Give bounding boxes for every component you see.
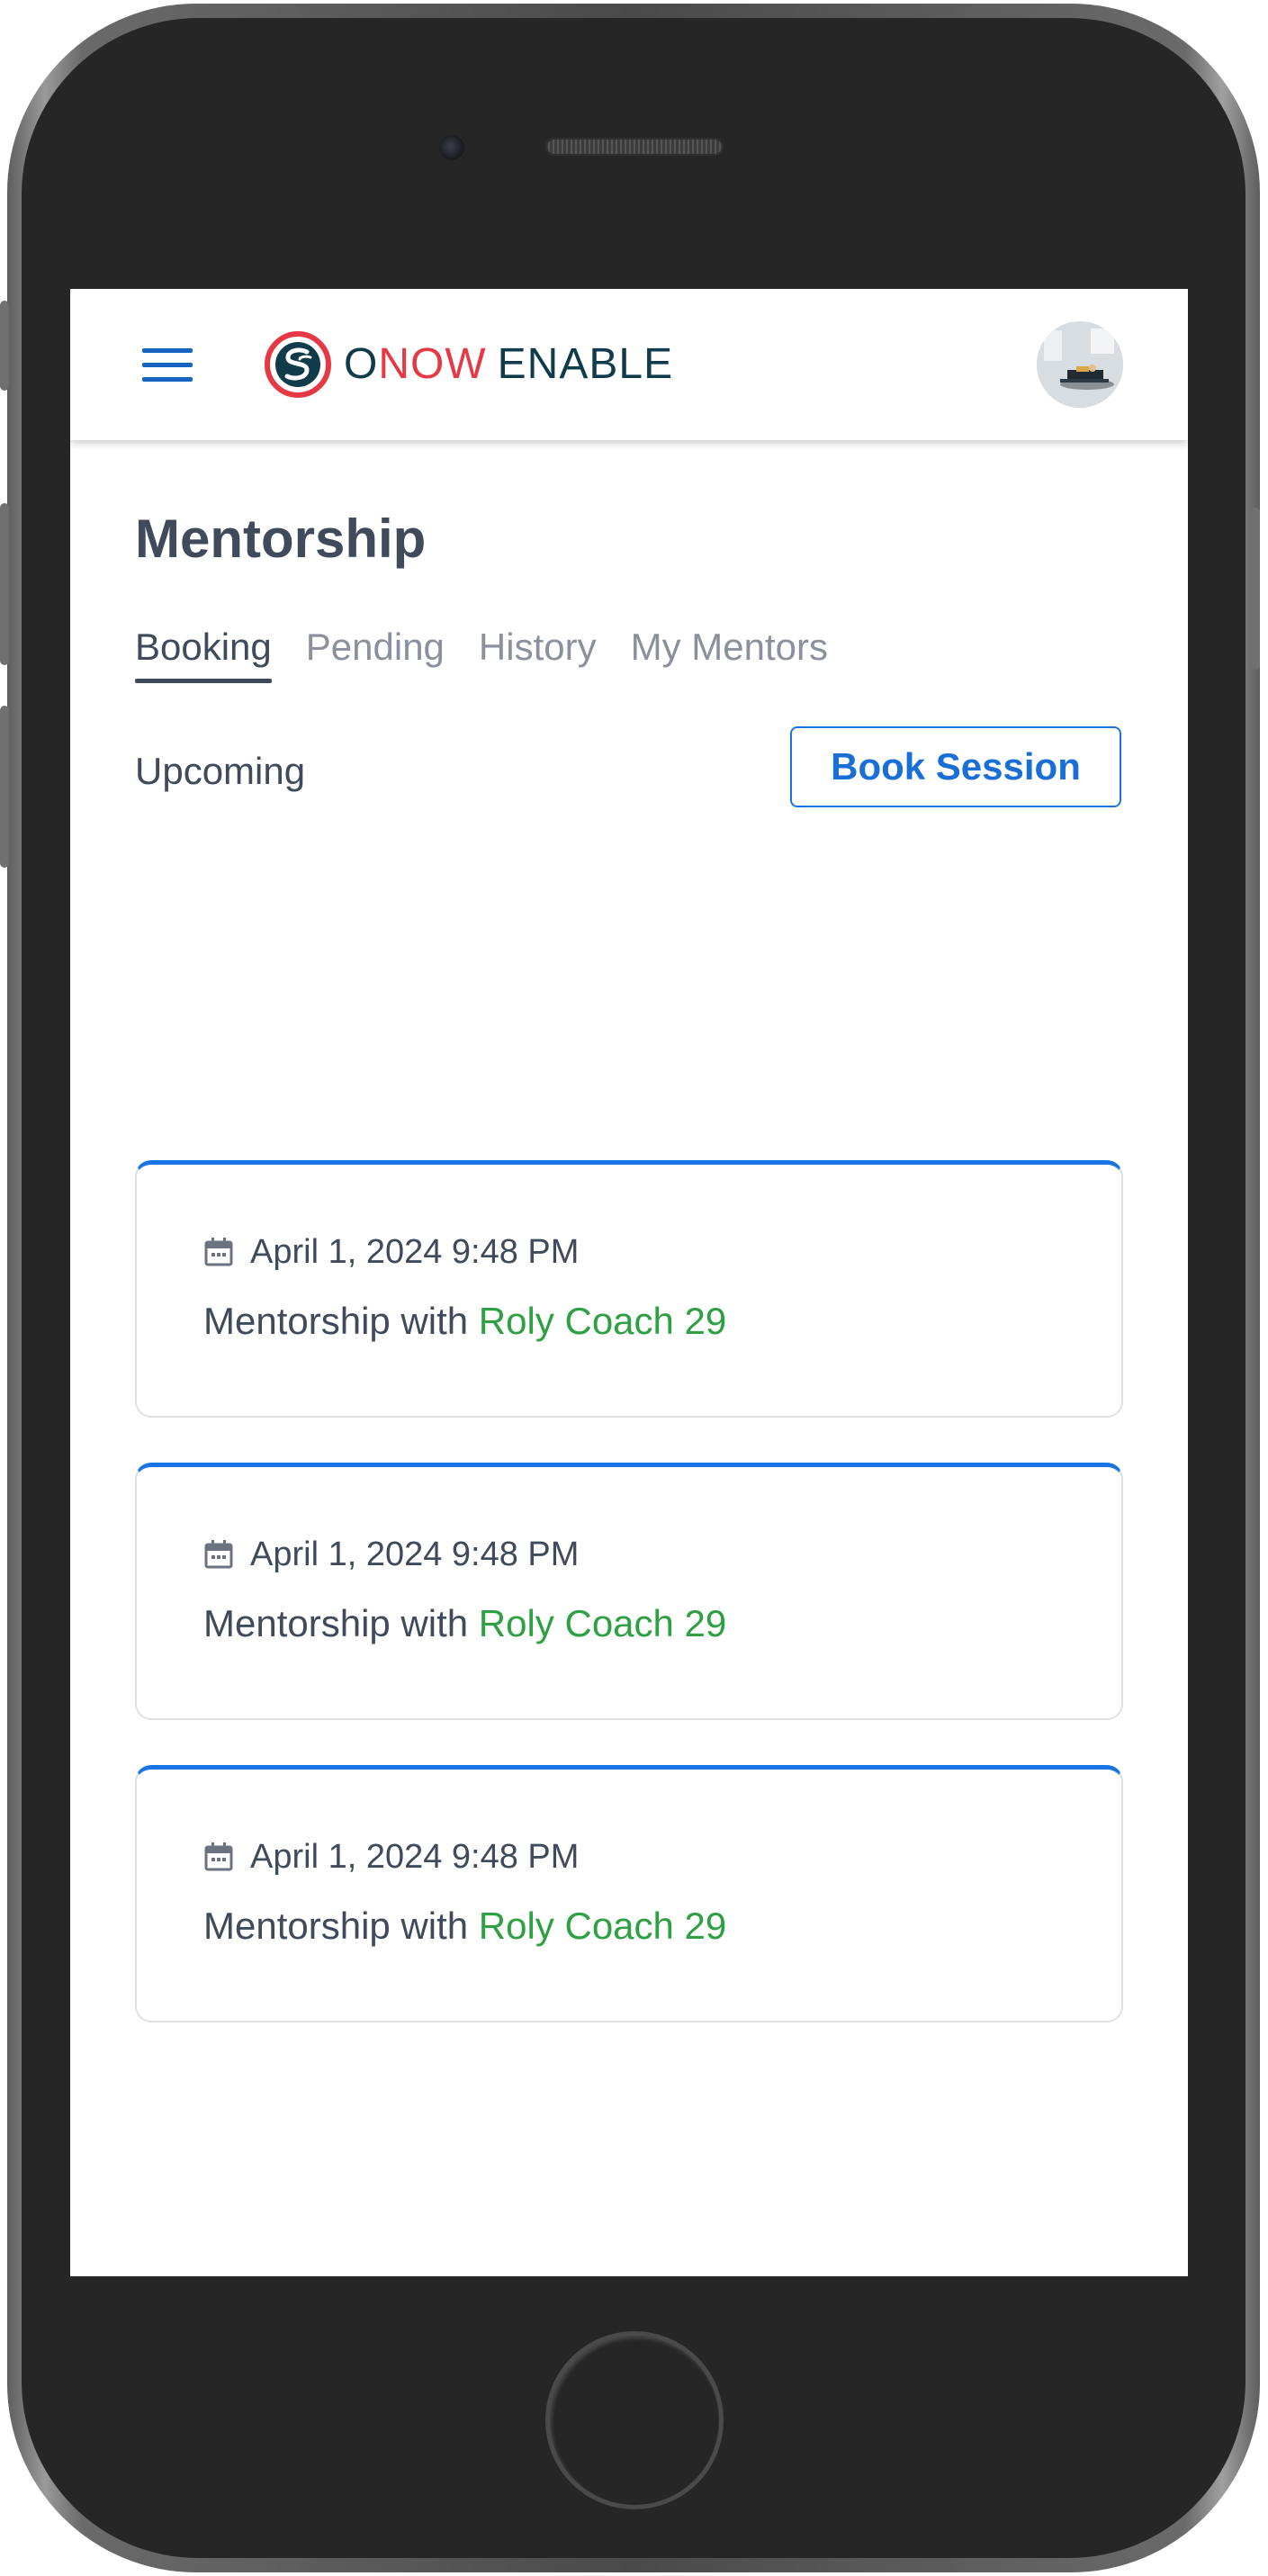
session-date: April 1, 2024 9:48 PM — [250, 1838, 580, 1876]
session-title: Mentorship with Roly Coach 29 — [203, 1599, 726, 1649]
section-label-upcoming: Upcoming — [135, 750, 306, 792]
session-card[interactable]: April 1, 2024 9:48 PM Mentorship with Ro… — [135, 1463, 1123, 1720]
mentor-name-link[interactable]: Roly Coach 29 — [479, 1300, 726, 1342]
book-session-button[interactable]: Book Session — [790, 726, 1121, 807]
tab-pending[interactable]: Pending — [306, 620, 445, 678]
earpiece-speaker — [545, 138, 724, 156]
session-title: Mentorship with Roly Coach 29 — [203, 1296, 726, 1347]
brand-wordmark: ONOW ENABLE — [344, 336, 673, 393]
session-date-row: April 1, 2024 9:48 PM — [203, 1834, 579, 1879]
calendar-icon — [204, 1842, 233, 1871]
avatar-photo — [1037, 321, 1123, 408]
top-app-bar: ONOW ENABLE — [70, 289, 1188, 440]
tab-booking[interactable]: Booking — [135, 620, 272, 683]
session-card[interactable]: April 1, 2024 9:48 PM Mentorship with Ro… — [135, 1765, 1123, 2022]
session-date-row: April 1, 2024 9:48 PM — [203, 1229, 579, 1274]
tab-bar: Booking Pending History My Mentors — [135, 620, 862, 683]
session-title-prefix: Mentorship with — [203, 1300, 469, 1342]
tab-my-mentors[interactable]: My Mentors — [631, 620, 828, 678]
brand-o: O — [344, 340, 379, 388]
brand-now: NOW — [378, 340, 487, 388]
tab-history[interactable]: History — [479, 620, 597, 678]
session-card[interactable]: April 1, 2024 9:48 PM Mentorship with Ro… — [135, 1160, 1123, 1418]
mute-switch — [0, 301, 9, 391]
session-title: Mentorship with Roly Coach 29 — [203, 1901, 726, 1951]
front-camera — [439, 135, 464, 160]
hamburger-menu-icon[interactable] — [142, 348, 193, 383]
session-date: April 1, 2024 9:48 PM — [250, 1536, 580, 1573]
calendar-icon — [204, 1540, 233, 1569]
volume-up-button — [0, 503, 9, 665]
session-date-row: April 1, 2024 9:48 PM — [203, 1532, 579, 1577]
brand-enable: ENABLE — [497, 340, 674, 388]
session-title-prefix: Mentorship with — [203, 1905, 469, 1947]
power-button — [1251, 508, 1260, 670]
calendar-icon — [204, 1238, 233, 1266]
app-screen: ONOW ENABLE Mentorship Booking Pending Hi… — [70, 289, 1188, 2276]
home-button[interactable] — [545, 2331, 724, 2509]
mentor-name-link[interactable]: Roly Coach 29 — [479, 1905, 726, 1947]
user-avatar[interactable] — [1037, 321, 1123, 408]
page-title: Mentorship — [135, 509, 427, 569]
session-title-prefix: Mentorship with — [203, 1602, 469, 1644]
volume-down-button — [0, 706, 9, 868]
session-date: April 1, 2024 9:48 PM — [250, 1233, 580, 1271]
onow-logo-mark — [265, 331, 331, 398]
mentor-name-link[interactable]: Roly Coach 29 — [479, 1602, 726, 1644]
